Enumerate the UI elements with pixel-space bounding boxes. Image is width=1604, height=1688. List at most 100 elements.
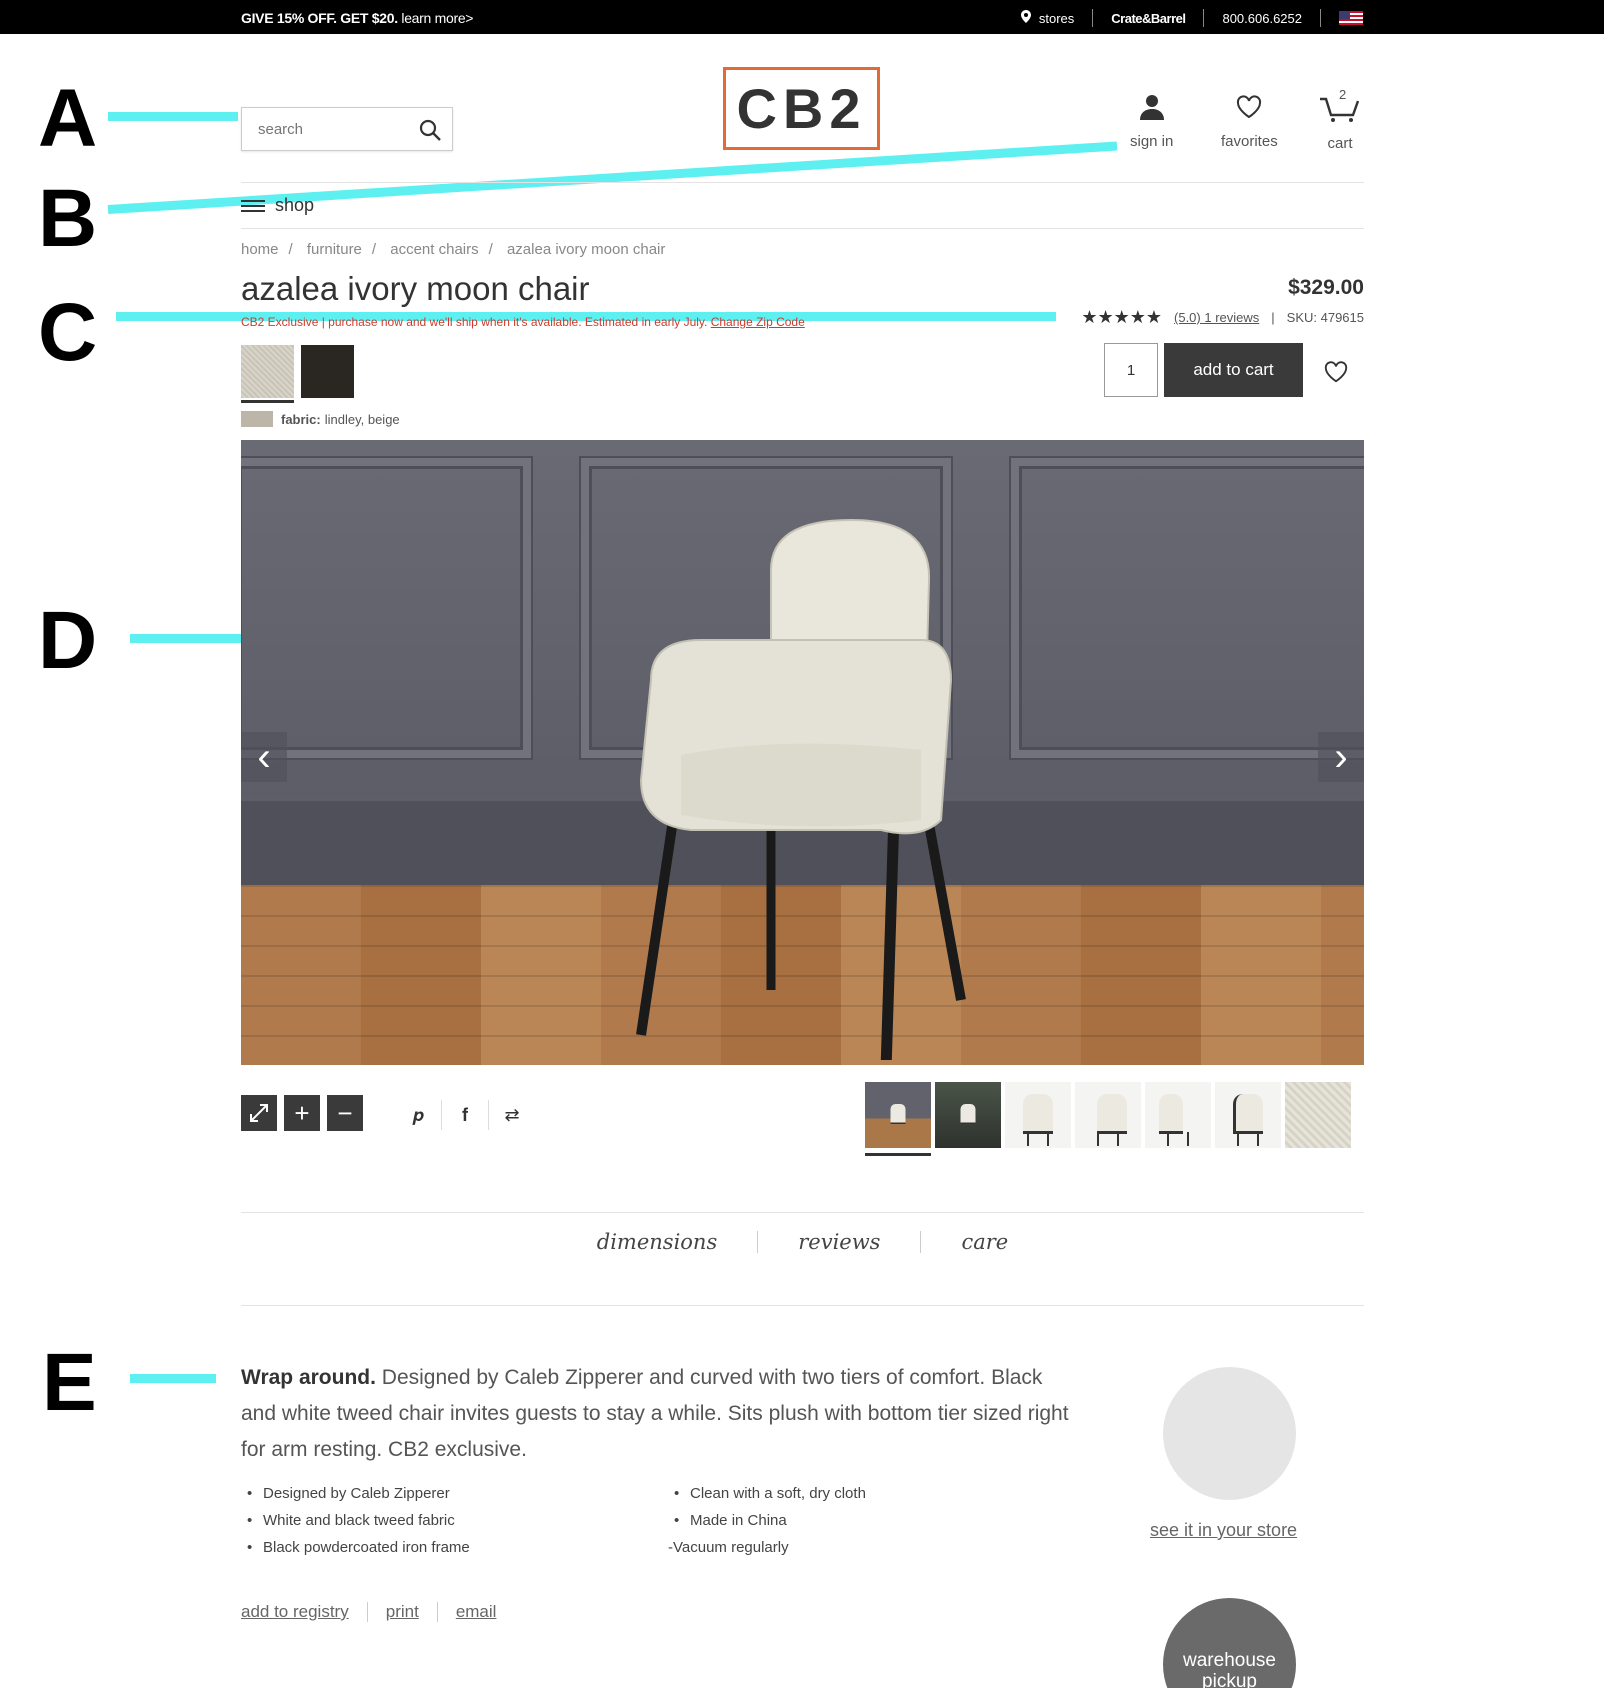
zoom-out-icon[interactable]: − — [327, 1095, 363, 1131]
thumbnail[interactable] — [1005, 1082, 1071, 1148]
thumbnail-selected-indicator — [865, 1153, 931, 1156]
change-zip-link[interactable]: Change Zip Code — [711, 315, 805, 329]
promo-banner[interactable]: GIVE 15% OFF. GET $20. learn more> — [241, 10, 473, 26]
rating-row: ★★★★★ (5.0) 1 reviews | SKU: 479615 — [1081, 307, 1364, 327]
star-rating-icon: ★★★★★ — [1081, 307, 1163, 327]
thumbnail[interactable] — [1145, 1082, 1211, 1148]
next-image-button[interactable]: › — [1318, 732, 1364, 782]
list-item: Clean with a soft, dry cloth — [668, 1480, 866, 1507]
fabric-value: lindley, beige — [324, 411, 400, 427]
cart-button[interactable]: 2 cart — [1318, 87, 1362, 152]
heart-icon — [1235, 93, 1263, 125]
search-input[interactable] — [242, 108, 402, 150]
search-box[interactable] — [241, 107, 453, 151]
shop-label: shop — [275, 195, 315, 215]
quantity-input[interactable]: 1 — [1104, 343, 1158, 397]
breadcrumb-current: azalea ivory moon chair — [506, 241, 666, 258]
pinterest-icon[interactable]: 𝒑 — [395, 1105, 441, 1126]
divider — [1203, 9, 1205, 27]
tab-reviews[interactable]: reviews — [758, 1230, 920, 1254]
share-icon[interactable]: ⇄ — [489, 1105, 535, 1126]
favorites-button[interactable]: favorites — [1221, 93, 1278, 150]
callout-line-e — [130, 1374, 216, 1383]
sign-in-button[interactable]: sign in — [1130, 93, 1173, 150]
top-bar: GIVE 15% OFF. GET $20. learn more> store… — [0, 0, 1604, 34]
reviews-link[interactable]: (5.0) 1 reviews — [1174, 310, 1259, 325]
list-item: Made in China — [668, 1507, 866, 1534]
stores-link[interactable]: stores — [1039, 11, 1074, 26]
info-tabs: dimensions reviews care — [241, 1230, 1364, 1254]
fabric-chip — [241, 411, 273, 427]
wall-panel — [241, 458, 531, 758]
features-list-left: Designed by Caleb Zipperer White and bla… — [241, 1480, 470, 1561]
product-price: $329.00 — [1288, 276, 1364, 299]
crate-and-barrel-link[interactable]: Crate&Barrel — [1111, 11, 1186, 26]
favorite-heart-icon[interactable] — [1323, 360, 1349, 389]
swatch-beige[interactable] — [241, 345, 294, 398]
list-item: -Vacuum regularly — [668, 1539, 789, 1556]
divider — [1320, 9, 1321, 27]
tabs-bottom-divider — [241, 1305, 1364, 1306]
search-icon[interactable] — [418, 118, 442, 147]
breadcrumb-home[interactable]: home — [241, 241, 279, 258]
cart-count-badge: 2 — [1339, 87, 1347, 102]
previous-image-button[interactable]: ‹ — [241, 732, 287, 782]
warehouse-label: warehouse — [1183, 1650, 1276, 1671]
email-link[interactable]: email — [456, 1602, 497, 1622]
divider — [1092, 9, 1094, 27]
tab-dimensions[interactable]: dimensions — [557, 1230, 757, 1254]
product-actions: add to registry print email — [241, 1602, 496, 1622]
thumbnail[interactable] — [1285, 1082, 1351, 1148]
wall-panel — [1011, 458, 1364, 758]
thumbnail[interactable] — [1215, 1082, 1281, 1148]
breadcrumb-furniture[interactable]: furniture — [307, 241, 362, 258]
cart-label: cart — [1327, 135, 1353, 152]
callout-letter-d: D — [38, 595, 98, 686]
us-flag-icon[interactable] — [1339, 11, 1363, 25]
cart-icon: 2 — [1318, 87, 1362, 127]
tab-care[interactable]: care — [921, 1230, 1048, 1254]
shipping-note: CB2 Exclusive | purchase now and we'll s… — [241, 315, 805, 329]
pickup-label: pickup — [1202, 1671, 1257, 1688]
description-lead: Wrap around. — [241, 1366, 376, 1389]
list-item: White and black tweed fabric — [241, 1507, 470, 1534]
nav-divider — [241, 228, 1364, 229]
warehouse-pickup-badge[interactable]: warehouse pickup — [1163, 1598, 1296, 1688]
chair-image — [636, 518, 966, 1060]
facebook-icon[interactable]: f — [442, 1105, 488, 1126]
print-link[interactable]: print — [386, 1602, 419, 1622]
thumbnail[interactable] — [935, 1082, 1001, 1148]
hamburger-icon — [241, 199, 265, 212]
callout-line-a — [108, 112, 238, 121]
swatch-black[interactable] — [301, 345, 354, 398]
zoom-in-icon[interactable]: + — [284, 1095, 320, 1131]
breadcrumb: home / furniture / accent chairs / azalea i… — [241, 241, 666, 258]
thumbnail-strip — [865, 1082, 1355, 1148]
user-icon — [1138, 93, 1166, 125]
cb2-logo[interactable]: CB2 — [723, 67, 880, 150]
swatch-selected-indicator — [241, 400, 294, 403]
phone-number[interactable]: 800.606.6252 — [1222, 11, 1302, 26]
fabric-label-key: fabric: — [281, 411, 321, 427]
see-in-store-link[interactable]: see it in your store — [1150, 1520, 1297, 1541]
tabs-top-divider — [241, 1212, 1364, 1213]
add-to-registry-link[interactable]: add to registry — [241, 1602, 349, 1622]
thumbnail[interactable] — [1075, 1082, 1141, 1148]
utility-links: stores Crate&Barrel 800.606.6252 — [1020, 9, 1363, 27]
image-tools: + − — [241, 1095, 370, 1131]
fabric-label: fabric: lindley, beige — [241, 411, 400, 427]
expand-icon[interactable] — [241, 1095, 277, 1131]
product-title: azalea ivory moon chair — [241, 270, 590, 307]
favorites-label: favorites — [1221, 133, 1278, 150]
promo-learn-more-link[interactable]: learn more> — [401, 10, 473, 26]
callout-letter-b: B — [38, 173, 98, 264]
list-item: Designed by Caleb Zipperer — [241, 1480, 470, 1507]
shop-menu-button[interactable]: shop — [241, 195, 314, 216]
sign-in-label: sign in — [1130, 133, 1174, 150]
thumbnail[interactable] — [865, 1082, 931, 1148]
features-list-right: Clean with a soft, dry cloth Made in Chi… — [668, 1480, 866, 1561]
breadcrumb-accent-chairs[interactable]: accent chairs — [390, 241, 478, 258]
product-hero-image[interactable]: ‹ › — [241, 440, 1364, 1065]
promo-text: GIVE 15% OFF. GET $20. — [241, 10, 398, 26]
add-to-cart-button[interactable]: add to cart — [1164, 343, 1303, 397]
